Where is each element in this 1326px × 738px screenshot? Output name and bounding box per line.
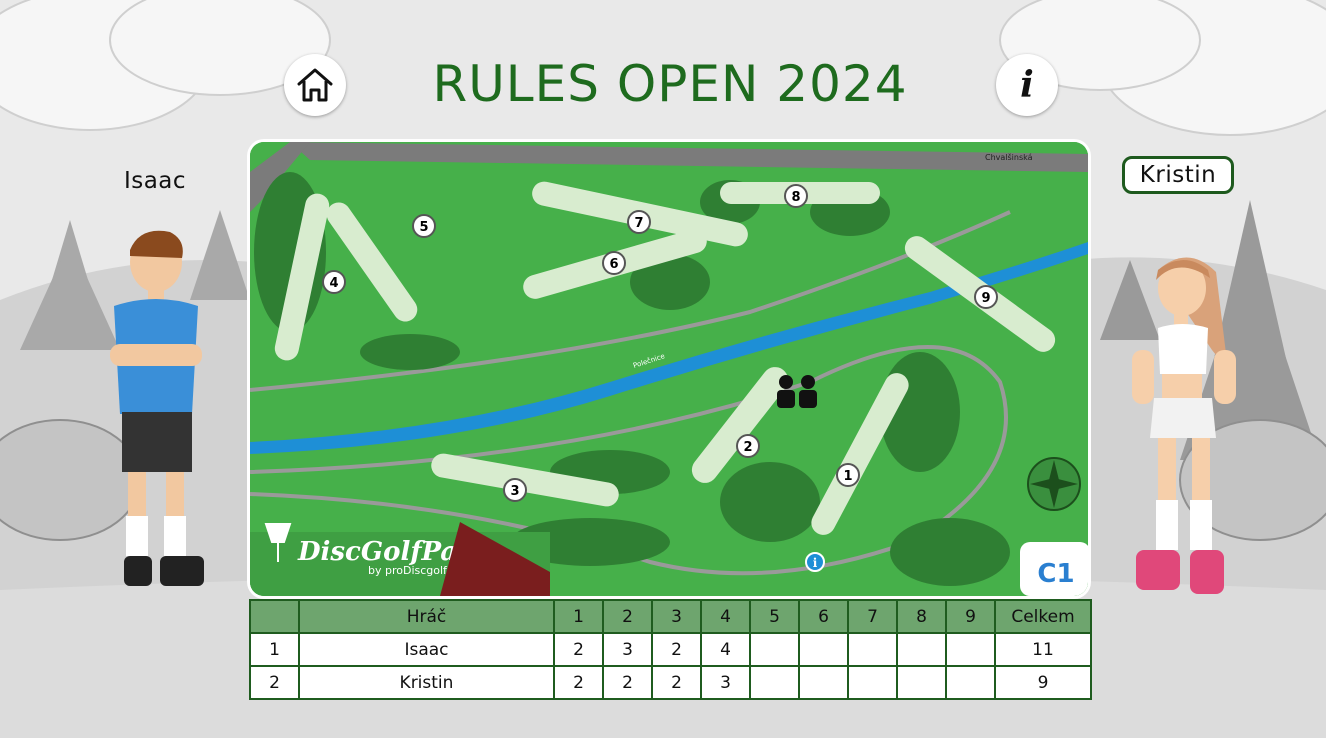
score-cell[interactable] — [798, 632, 849, 667]
header-cell: 1 — [553, 599, 604, 634]
header-cell: 6 — [798, 599, 849, 634]
row-number: 1 — [249, 632, 300, 667]
info-icon: i — [1020, 64, 1034, 106]
score-cell[interactable]: 2 — [553, 665, 604, 700]
hole-5-label: 5 — [419, 220, 428, 235]
score-cell[interactable]: 3 — [602, 632, 653, 667]
score-cell[interactable] — [847, 632, 898, 667]
total-cell: 11 — [994, 632, 1092, 667]
score-cell[interactable] — [847, 665, 898, 700]
hole-8-label: 8 — [791, 190, 800, 205]
score-cell[interactable] — [896, 665, 947, 700]
player-name-cell: Kristin — [298, 665, 555, 700]
score-cell[interactable]: 2 — [651, 665, 702, 700]
header-cell: 9 — [945, 599, 996, 634]
score-cell[interactable]: 2 — [553, 632, 604, 667]
compass-icon — [1027, 457, 1081, 511]
info-button[interactable]: i — [996, 54, 1058, 116]
page-title: RULES OPEN 2024 — [432, 55, 908, 113]
header-cell: Celkem — [994, 599, 1092, 634]
course-map-drawing: 1 2 3 4 5 6 7 8 9 Chvalšinská Polečnice … — [250, 142, 1088, 596]
score-cell[interactable]: 2 — [651, 632, 702, 667]
street-label: Chvalšinská — [985, 152, 1033, 162]
score-cell[interactable]: 2 — [602, 665, 653, 700]
scorecard-table: Hráč 1 2 3 4 5 6 7 8 9 Celkem 1 Isaac 2 … — [249, 599, 1092, 700]
table-row: 1 Isaac 2 3 2 4 11 — [249, 632, 1092, 667]
player-left-avatar — [110, 230, 204, 586]
header-cell: 8 — [896, 599, 947, 634]
player-left-name: Isaac — [123, 168, 187, 194]
score-cell[interactable] — [945, 665, 996, 700]
hole-4-label: 4 — [329, 276, 338, 291]
course-map[interactable]: 1 2 3 4 5 6 7 8 9 Chvalšinská Polečnice … — [250, 142, 1088, 596]
score-cell[interactable] — [896, 632, 947, 667]
header-cell: 4 — [700, 599, 751, 634]
hole-9-label: 9 — [981, 291, 990, 306]
score-cell[interactable]: 3 — [700, 665, 751, 700]
scorecard-header-row: Hráč 1 2 3 4 5 6 7 8 9 Celkem — [249, 599, 1092, 634]
header-cell: 7 — [847, 599, 898, 634]
home-button[interactable] — [284, 54, 346, 116]
total-cell: 9 — [994, 665, 1092, 700]
hole-6-label: 6 — [609, 257, 618, 272]
score-cell[interactable]: 4 — [700, 632, 751, 667]
score-cell[interactable] — [749, 665, 800, 700]
home-icon — [297, 68, 333, 102]
score-cell[interactable] — [945, 632, 996, 667]
player-name-cell: Isaac — [298, 632, 555, 667]
svg-text:i: i — [813, 556, 818, 570]
score-cell[interactable] — [798, 665, 849, 700]
header-cell — [249, 599, 300, 634]
score-cell[interactable] — [749, 632, 800, 667]
hole-1-label: 1 — [843, 469, 852, 484]
header-cell: 5 — [749, 599, 800, 634]
header-cell: Hráč — [298, 599, 555, 634]
player-right-name-active[interactable]: Kristin — [1122, 156, 1234, 194]
header-cell: 3 — [651, 599, 702, 634]
player-right-avatar — [1132, 257, 1236, 594]
hole-2-label: 2 — [743, 440, 752, 455]
course-code: C1 — [1037, 559, 1074, 589]
row-number: 2 — [249, 665, 300, 700]
header-cell: 2 — [602, 599, 653, 634]
hole-3-label: 3 — [510, 484, 519, 499]
hole-7-label: 7 — [634, 216, 643, 231]
table-row: 2 Kristin 2 2 2 3 9 — [249, 665, 1092, 700]
